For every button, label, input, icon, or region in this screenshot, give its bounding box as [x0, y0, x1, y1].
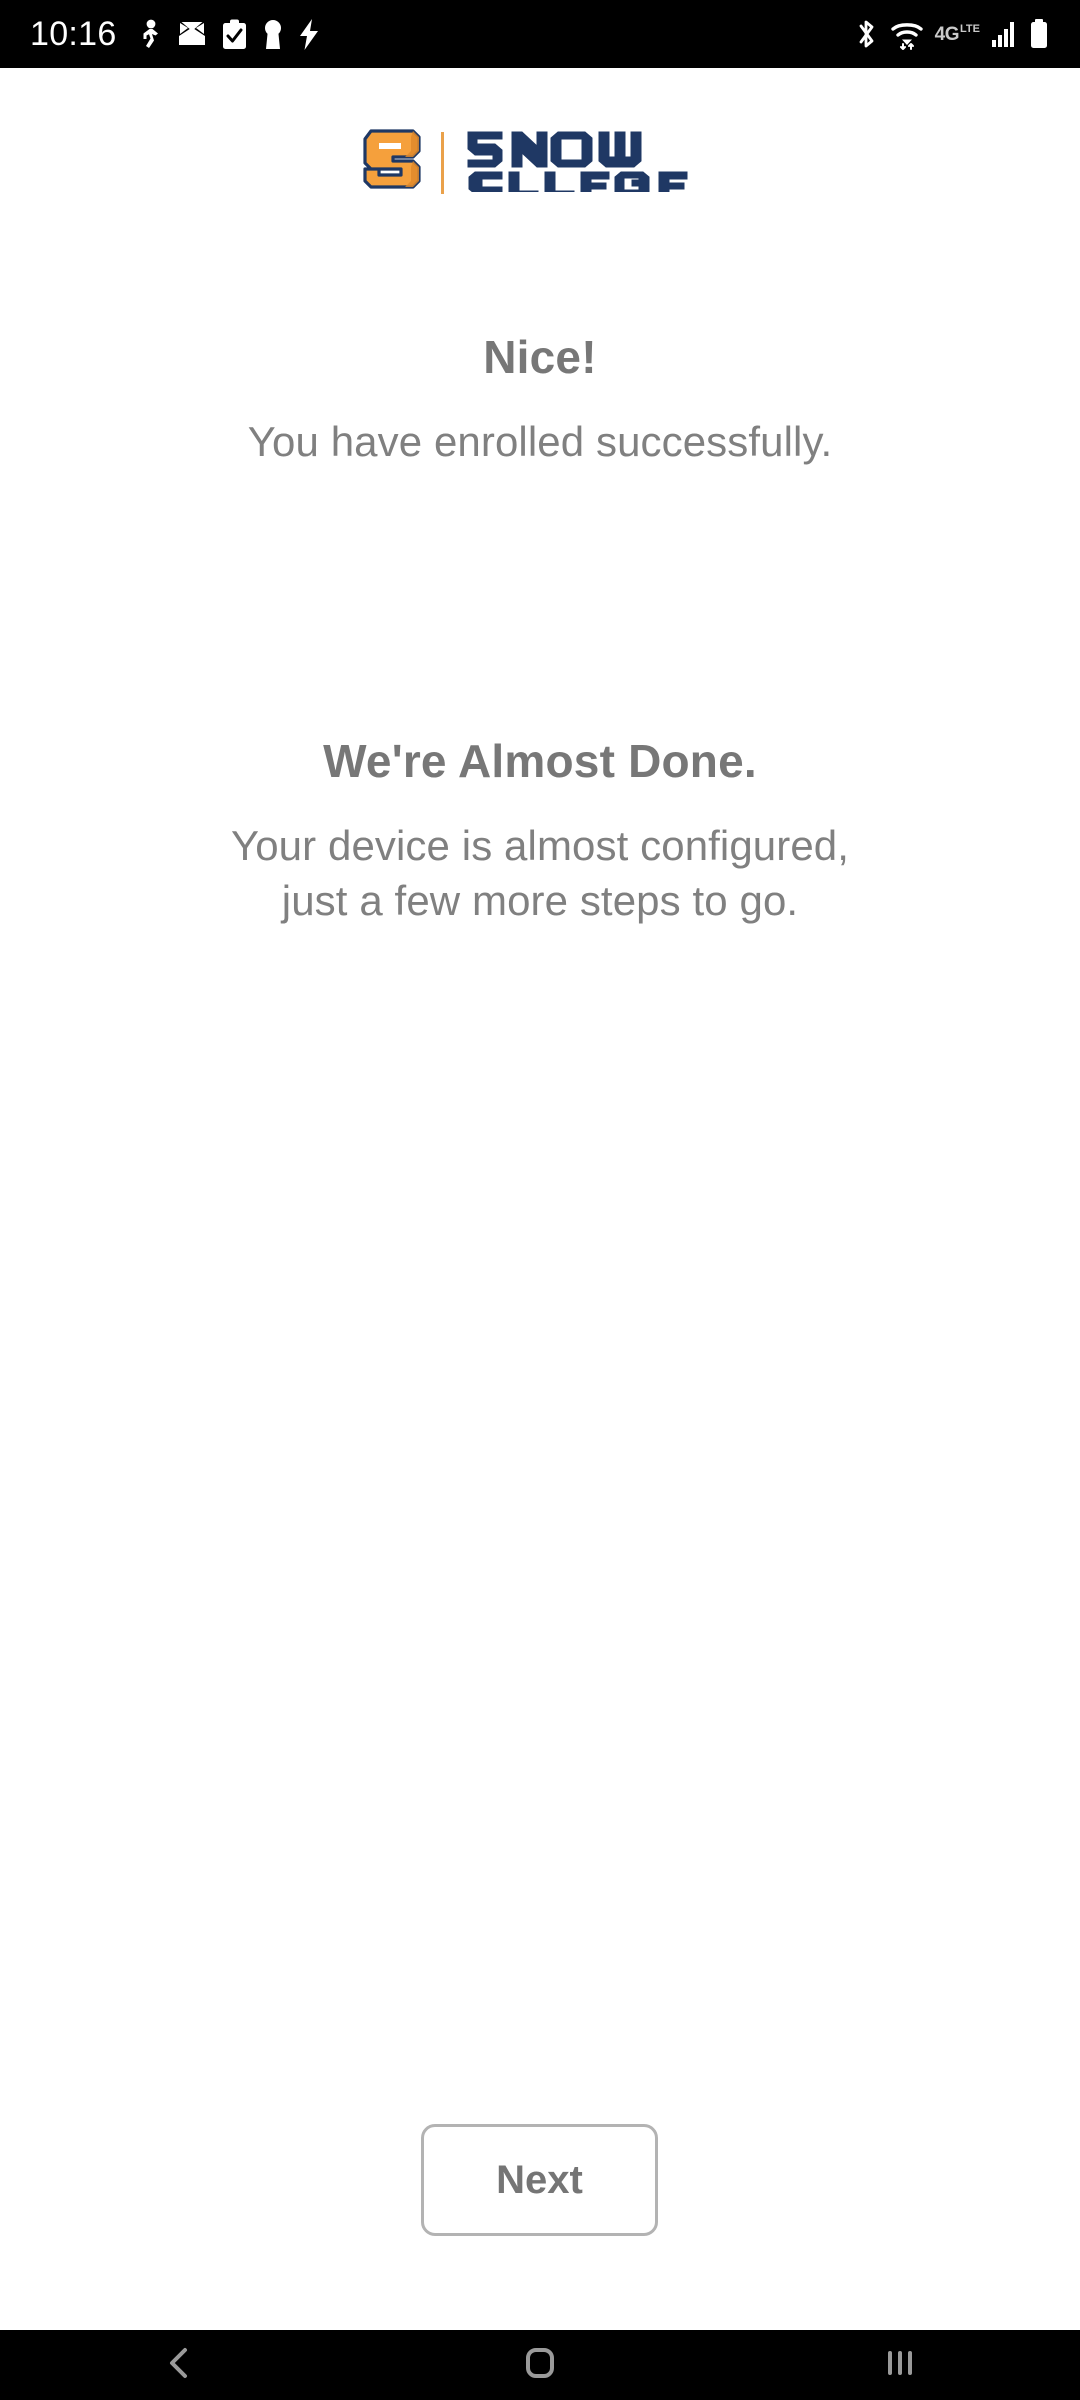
network-sub-text: LTE	[960, 22, 980, 35]
network-type-text: 4G	[934, 23, 960, 45]
wifi-icon	[890, 16, 924, 52]
nav-back-button[interactable]	[0, 2330, 360, 2400]
charging-bolt-icon	[298, 16, 320, 52]
subtext-secondary: Your device is almost configured, just a…	[230, 822, 850, 924]
status-bar: 10:16 4G LTE	[0, 0, 1080, 68]
headline-secondary: We're Almost Done.	[323, 735, 757, 787]
home-square-icon	[520, 2343, 560, 2388]
vpn-key-icon	[262, 16, 284, 52]
signal-bars-icon	[991, 16, 1017, 52]
logo-divider	[440, 131, 444, 194]
back-chevron-icon	[160, 2343, 200, 2388]
recents-bars-icon	[880, 2343, 920, 2388]
bluetooth-icon	[853, 16, 879, 52]
email-open-icon	[177, 16, 207, 52]
nav-home-button[interactable]	[360, 2330, 720, 2400]
status-bar-left-group: 10:16	[30, 16, 320, 52]
network-type-label: 4G LTE	[934, 22, 980, 45]
snow-college-s-mark-icon	[357, 129, 427, 196]
app-content: Nice! You have enrolled successfully. We…	[0, 68, 1080, 2330]
running-person-icon	[135, 16, 163, 52]
brand-logo	[0, 128, 1080, 199]
subtext-primary: You have enrolled successfully.	[247, 418, 833, 465]
nav-recents-button[interactable]	[720, 2330, 1080, 2400]
navigation-bar	[0, 2330, 1080, 2400]
next-button[interactable]: Next	[421, 2124, 658, 2236]
snow-college-wordmark	[466, 128, 724, 199]
headline-primary: Nice!	[483, 331, 597, 383]
battery-icon	[1028, 16, 1050, 52]
clipboard-check-icon	[221, 16, 248, 52]
status-clock: 10:16	[30, 15, 117, 53]
status-bar-right-group: 4G LTE	[853, 16, 1050, 52]
